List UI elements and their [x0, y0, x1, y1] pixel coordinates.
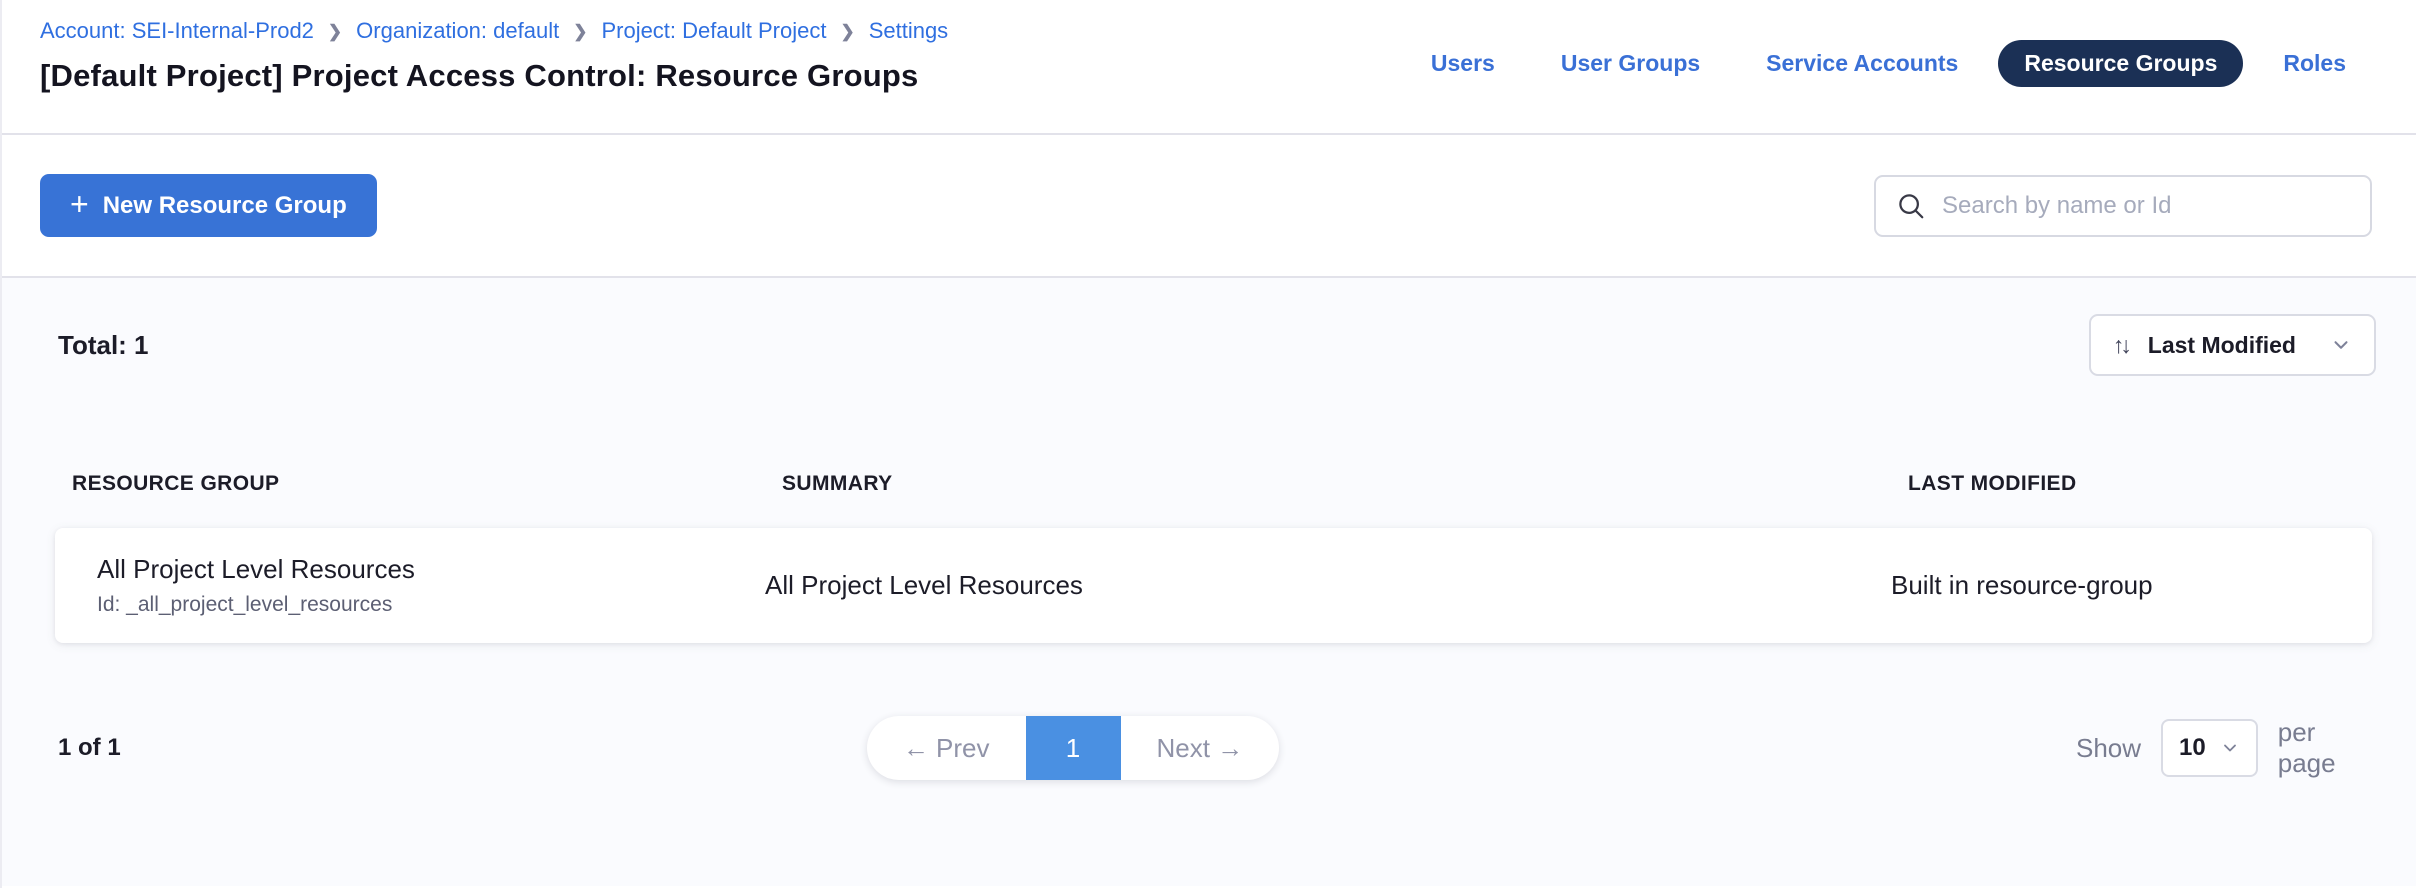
- search-input[interactable]: [1942, 192, 2350, 220]
- last-modified-cell: Built in resource-group: [1891, 570, 2372, 601]
- resource-group-cell: All Project Level Resources Id: _all_pro…: [97, 554, 765, 617]
- resource-group-id: Id: _all_project_level_resources: [97, 593, 765, 617]
- next-page-button[interactable]: Next →: [1121, 716, 1280, 780]
- tab-service-accounts[interactable]: Service Accounts: [1740, 40, 1984, 87]
- breadcrumb-settings-link[interactable]: Settings: [869, 18, 949, 44]
- column-header-summary: SUMMARY: [782, 472, 1908, 496]
- tab-resource-groups[interactable]: Resource Groups: [1998, 40, 2243, 87]
- tab-user-groups[interactable]: User Groups: [1535, 40, 1726, 87]
- sort-arrows-icon: ↑↓: [2113, 332, 2128, 359]
- search-icon: [1896, 191, 1926, 221]
- table-row[interactable]: All Project Level Resources Id: _all_pro…: [55, 528, 2372, 643]
- page-size-value: 10: [2179, 734, 2206, 762]
- prev-page-button[interactable]: ← Prev: [867, 716, 1026, 780]
- toolbar: + New Resource Group: [2, 135, 2416, 278]
- list-controls: Total: 1 ↑↓ Last Modified: [42, 278, 2376, 376]
- per-page-controls: Show 10 per page: [2076, 717, 2376, 779]
- page-info: 1 of 1: [58, 734, 358, 762]
- chevron-right-icon: ❯: [840, 22, 854, 42]
- breadcrumb-organization-link[interactable]: Organization: default: [356, 18, 559, 44]
- summary-cell: All Project Level Resources: [765, 570, 1891, 601]
- breadcrumb-account-link[interactable]: Account: SEI-Internal-Prod2: [40, 18, 314, 44]
- total-count: Total: 1: [58, 330, 149, 361]
- chevron-right-icon: ❯: [573, 22, 587, 42]
- new-resource-group-button[interactable]: + New Resource Group: [40, 174, 377, 237]
- new-resource-group-button-label: New Resource Group: [103, 192, 347, 220]
- column-header-resource-group: RESOURCE GROUP: [72, 472, 782, 496]
- show-label: Show: [2076, 733, 2141, 764]
- tab-roles[interactable]: Roles: [2257, 40, 2372, 87]
- sort-dropdown[interactable]: ↑↓ Last Modified: [2089, 314, 2376, 376]
- per-page-label: per page: [2278, 717, 2376, 779]
- current-page-button[interactable]: 1: [1026, 716, 1121, 780]
- chevron-down-icon: [2330, 334, 2352, 356]
- breadcrumb-project-link[interactable]: Project: Default Project: [601, 18, 826, 44]
- pager: ← Prev 1 Next →: [867, 716, 1279, 780]
- table-header-row: RESOURCE GROUP SUMMARY LAST MODIFIED: [42, 472, 2376, 496]
- resource-group-name: All Project Level Resources: [97, 554, 765, 585]
- column-header-last-modified: LAST MODIFIED: [1908, 472, 2376, 496]
- search-box[interactable]: [1874, 175, 2372, 237]
- page-header: Account: SEI-Internal-Prod2 ❯ Organizati…: [2, 0, 2416, 135]
- page-size-select[interactable]: 10: [2161, 719, 2258, 777]
- chevron-down-icon: [2220, 738, 2240, 758]
- chevron-right-icon: ❯: [328, 22, 342, 42]
- access-control-tabs: Users User Groups Service Accounts Resou…: [1405, 40, 2372, 87]
- resource-groups-list: Total: 1 ↑↓ Last Modified RESOURCE GROUP…: [2, 278, 2416, 886]
- tab-users[interactable]: Users: [1405, 40, 1521, 87]
- plus-icon: +: [70, 188, 89, 220]
- sort-dropdown-value: Last Modified: [2148, 332, 2296, 359]
- pagination: 1 of 1 ← Prev 1 Next → Show 10 per page: [42, 716, 2376, 780]
